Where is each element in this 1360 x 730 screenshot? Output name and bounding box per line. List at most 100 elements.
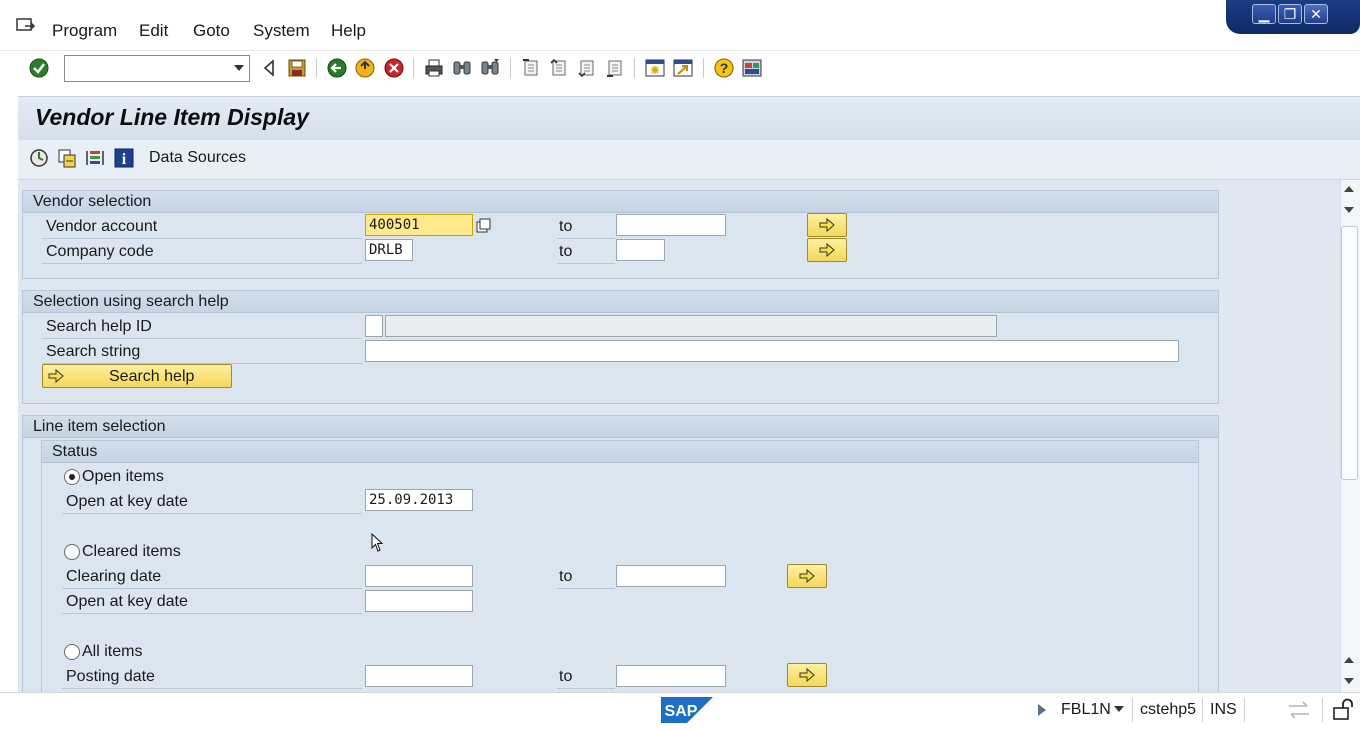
- sap-logo: SAP: [661, 697, 713, 723]
- clearing-date-field[interactable]: [365, 565, 473, 587]
- search-help-description-field: [385, 315, 997, 337]
- posting-date-field[interactable]: [365, 665, 473, 687]
- back-triangle-icon[interactable]: [258, 57, 280, 79]
- chevron-down-icon[interactable]: [1113, 705, 1125, 713]
- mouse-cursor-icon: [371, 533, 384, 552]
- label-underline: [42, 338, 362, 339]
- search-help-button-label: Search help: [109, 368, 195, 385]
- svg-text:i: i: [122, 151, 127, 168]
- label-underline: [62, 613, 362, 614]
- enter-check-icon[interactable]: [28, 57, 50, 79]
- scroll-page-down-icon[interactable]: [1344, 207, 1354, 213]
- open-at-key-date-label: Open at key date: [66, 493, 188, 510]
- open-at-key-date-field[interactable]: 25.09.2013: [365, 489, 473, 511]
- status-group-title: Status: [42, 441, 1198, 463]
- back-icon[interactable]: [326, 57, 348, 79]
- last-page-icon[interactable]: [604, 57, 626, 79]
- cleared-items-radio[interactable]: [64, 544, 80, 560]
- previous-page-icon[interactable]: [548, 57, 570, 79]
- find-icon[interactable]: [451, 57, 473, 79]
- help-icon[interactable]: ?: [713, 57, 735, 79]
- command-field[interactable]: [64, 55, 250, 82]
- company-code-field[interactable]: DRLB: [365, 239, 413, 261]
- status-separator: [1132, 698, 1133, 722]
- clearing-date-to-field[interactable]: [616, 565, 726, 587]
- scroll-page-up-icon[interactable]: [1344, 657, 1354, 663]
- customize-layout-icon[interactable]: [741, 57, 763, 79]
- transaction-code[interactable]: FBL1N: [1061, 701, 1111, 719]
- lock-icon[interactable]: [1330, 698, 1354, 720]
- minimize-button[interactable]: ▁: [1252, 4, 1276, 24]
- scroll-up-icon[interactable]: [1344, 186, 1354, 192]
- exit-icon[interactable]: [354, 57, 376, 79]
- chevron-down-icon[interactable]: [234, 65, 244, 71]
- next-page-icon[interactable]: [576, 57, 598, 79]
- menu-goto[interactable]: Goto: [193, 21, 230, 41]
- system-menu-icon[interactable]: [16, 18, 36, 34]
- dynamic-selections-icon[interactable]: [84, 147, 106, 169]
- vendor-account-field[interactable]: 400501: [365, 214, 473, 236]
- label-underline: [62, 588, 362, 589]
- company-code-multiple-selection-button[interactable]: [807, 238, 847, 262]
- execute-icon[interactable]: [28, 147, 50, 169]
- arrow-right-icon: [48, 368, 64, 384]
- svg-text:?: ?: [720, 60, 729, 76]
- arrow-right-icon: [819, 217, 835, 233]
- label-underline: [62, 688, 362, 689]
- cleared-open-at-key-date-field[interactable]: [365, 590, 473, 612]
- vendor-account-to-field[interactable]: [616, 214, 726, 236]
- scrollbar-thumb[interactable]: [1341, 226, 1358, 480]
- page-title: Vendor Line Item Display: [35, 104, 309, 130]
- menu-program[interactable]: Program: [52, 21, 117, 41]
- shortcut-icon[interactable]: [672, 57, 694, 79]
- get-variant-icon[interactable]: [56, 147, 78, 169]
- status-separator: [1244, 698, 1245, 722]
- all-items-label: All items: [82, 643, 143, 660]
- status-separator: [1322, 698, 1323, 722]
- clearing-date-multiple-selection-button[interactable]: [787, 564, 827, 588]
- label-underline: [557, 263, 615, 264]
- posting-date-multiple-selection-button[interactable]: [787, 663, 827, 687]
- posting-date-to-label: to: [559, 668, 573, 685]
- all-items-radio[interactable]: [64, 644, 80, 660]
- close-button[interactable]: ✕: [1304, 4, 1328, 24]
- search-string-label: Search string: [46, 343, 141, 360]
- toolbar-separator: [634, 58, 635, 78]
- posting-date-to-field[interactable]: [616, 665, 726, 687]
- svg-text:SAP: SAP: [665, 703, 698, 720]
- label-underline: [62, 513, 362, 514]
- data-sources-button[interactable]: Data Sources: [149, 149, 246, 167]
- label-underline: [557, 238, 615, 239]
- first-page-icon[interactable]: [520, 57, 542, 79]
- scroll-down-icon[interactable]: [1344, 678, 1354, 684]
- arrow-right-icon: [799, 568, 815, 584]
- toolbar-separator: [703, 58, 704, 78]
- menu-help[interactable]: Help: [331, 21, 366, 41]
- menu-system[interactable]: System: [253, 21, 310, 41]
- vendor-account-multiple-selection-button[interactable]: [807, 213, 847, 237]
- search-string-field[interactable]: [365, 340, 1179, 362]
- status-separator: [1202, 698, 1203, 722]
- clearing-date-to-label: to: [559, 568, 573, 585]
- find-next-icon[interactable]: [479, 57, 501, 79]
- label-underline: [42, 238, 362, 239]
- info-icon[interactable]: i: [113, 147, 135, 169]
- multiple-selection-icon[interactable]: [476, 218, 492, 234]
- save-icon[interactable]: [286, 57, 308, 79]
- label-underline: [42, 263, 362, 264]
- search-help-button[interactable]: Search help: [42, 364, 232, 388]
- create-session-icon[interactable]: [644, 57, 666, 79]
- company-code-to-label: to: [559, 243, 573, 260]
- cleared-open-at-key-date-label: Open at key date: [66, 593, 188, 610]
- company-code-to-field[interactable]: [616, 239, 665, 261]
- open-items-radio[interactable]: [64, 469, 80, 485]
- status-expand-icon[interactable]: [1036, 702, 1048, 718]
- cancel-icon[interactable]: [383, 57, 405, 79]
- maximize-button[interactable]: ❐: [1278, 4, 1302, 24]
- menu-edit[interactable]: Edit: [139, 21, 168, 41]
- print-icon[interactable]: [423, 57, 445, 79]
- clearing-date-label: Clearing date: [66, 568, 162, 585]
- search-help-id-field[interactable]: [365, 315, 383, 337]
- insert-mode[interactable]: INS: [1210, 701, 1237, 719]
- vendor-account-to-label: to: [559, 218, 573, 235]
